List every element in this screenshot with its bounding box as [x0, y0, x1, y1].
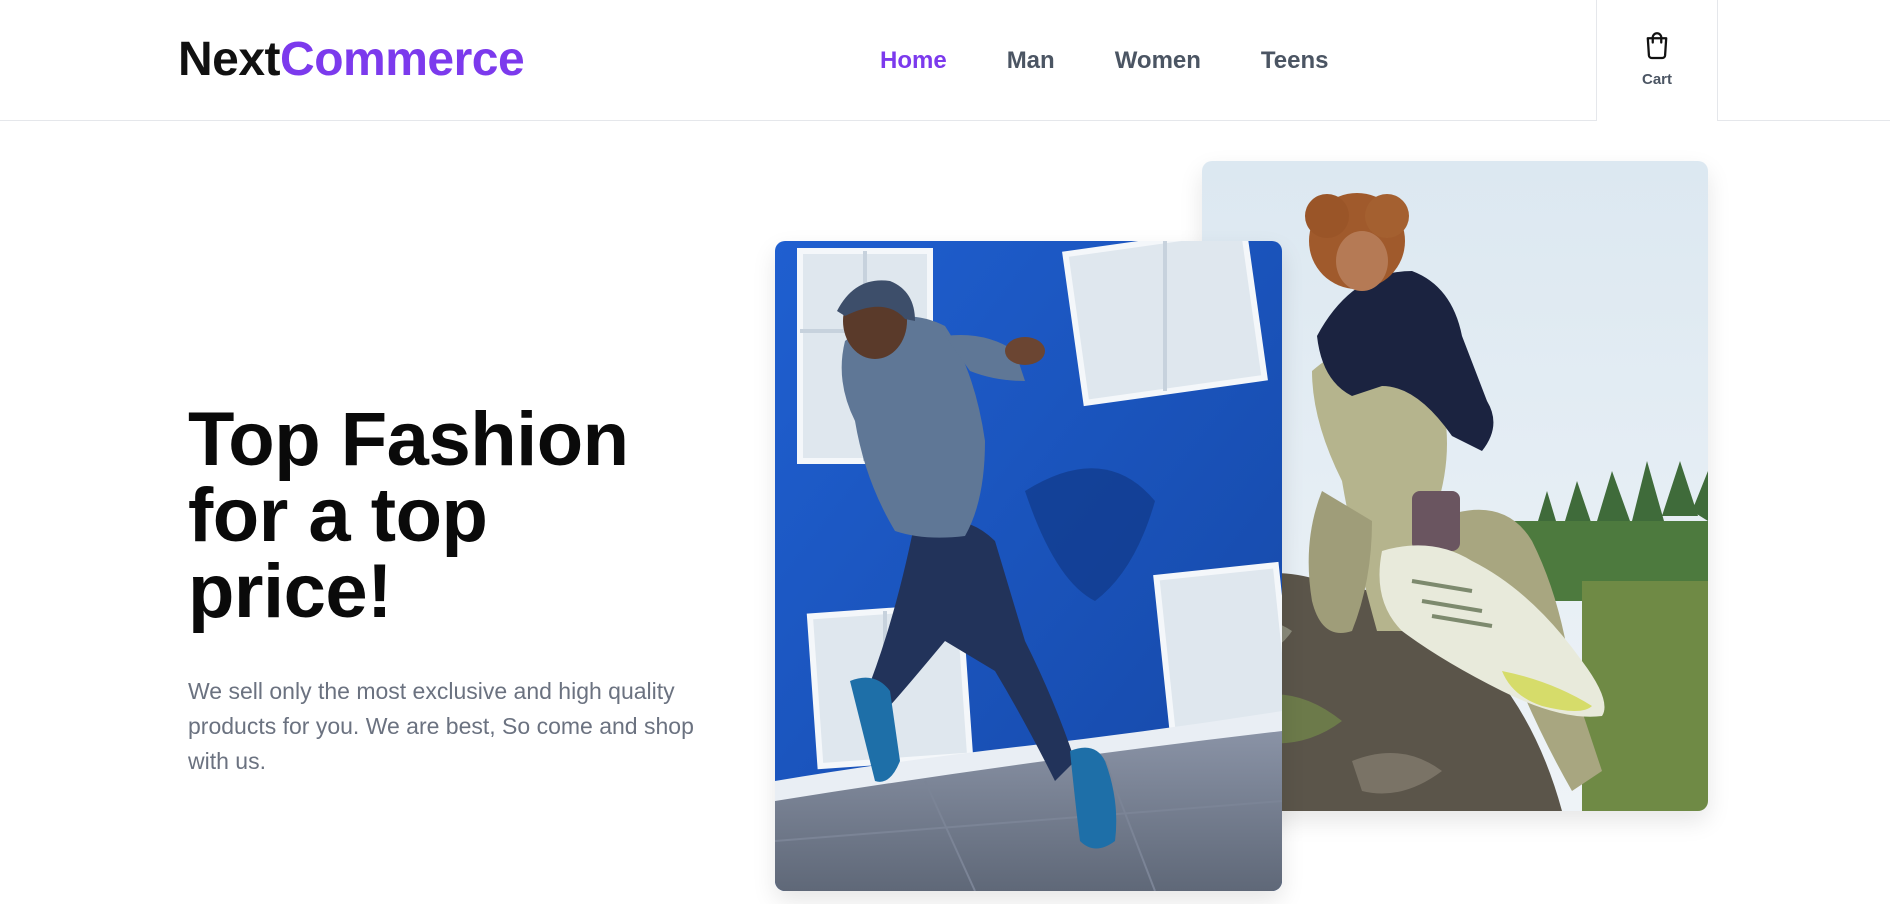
- hero-section: Top Fashion for a top price! We sell onl…: [188, 402, 708, 802]
- nav-teens[interactable]: Teens: [1261, 44, 1329, 78]
- logo-part1: Next: [178, 33, 281, 86]
- hero-title-line1: Top Fashion: [188, 397, 629, 482]
- logo-part2: Commerce: [280, 33, 525, 86]
- runner-photo: [775, 241, 1282, 891]
- main-nav: Home Man Women Teens: [880, 44, 1329, 78]
- nav-man[interactable]: Man: [1007, 44, 1055, 78]
- logo[interactable]: NextCommerce: [178, 32, 525, 88]
- hero-title-line3: price!: [188, 549, 392, 634]
- hero-title: Top Fashion for a top price!: [188, 402, 708, 630]
- hero-description: We sell only the most exclusive and high…: [188, 678, 694, 774]
- cart-label: Cart: [1641, 71, 1672, 88]
- nav-women[interactable]: Women: [1115, 44, 1201, 78]
- site-header: NextCommerce Home Man Women Teens Cart: [0, 0, 1890, 121]
- hero-title-line2: for a top: [188, 473, 488, 558]
- shopping-bag-icon: [1646, 32, 1668, 60]
- cart-button[interactable]: Cart: [1596, 0, 1718, 121]
- nav-home[interactable]: Home: [880, 44, 947, 78]
